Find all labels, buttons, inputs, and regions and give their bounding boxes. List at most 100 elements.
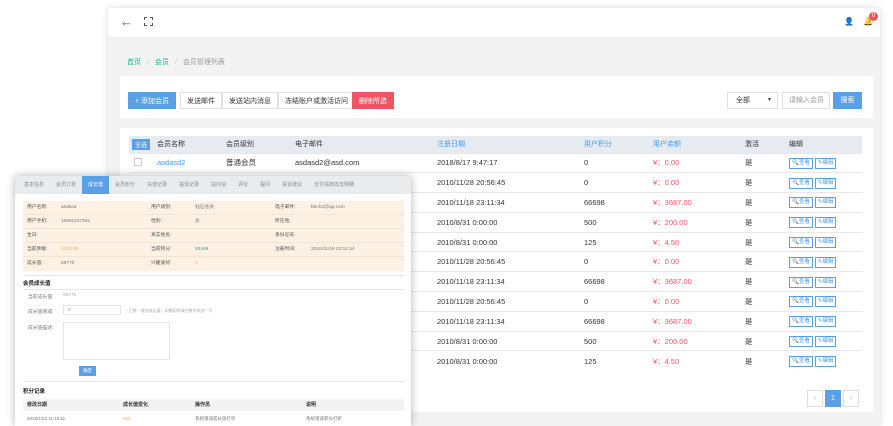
log-col-change: 成长值变化 (123, 402, 149, 408)
growth-desc-textarea[interactable] (63, 322, 170, 360)
row-actions: 🔍查看 ✎编辑 (789, 231, 862, 252)
search-button[interactable]: 搜索 (833, 92, 862, 109)
member-detail-panel: 基本信息 会员订单 成长值 会员积分 充值记录 提现记录 站内信 评论 提问 投诉建议 支付请款收支… (15, 176, 411, 426)
user-points: 66698 (584, 192, 653, 213)
confirm-button[interactable]: 确定 (79, 366, 96, 376)
edit-button[interactable]: ✎编辑 (814, 296, 837, 308)
col-date[interactable]: 注册日期 (437, 136, 584, 153)
edit-button[interactable]: ✎编辑 (814, 197, 837, 209)
edit-button[interactable]: ✎编辑 (814, 217, 837, 229)
filter-select[interactable]: 全部 ▼ (727, 92, 778, 109)
user-icon[interactable]: 👤 (844, 17, 854, 26)
view-button[interactable]: 🔍查看 (789, 296, 813, 308)
col-name: 会员名称 (157, 136, 226, 153)
active-status: 是 (745, 152, 789, 173)
page-1-button[interactable]: 1 (825, 390, 841, 407)
tab-7[interactable]: 评论 (232, 176, 254, 194)
active-status: 是 (745, 330, 789, 351)
tab-10[interactable]: 支付请款收支明细 (308, 176, 360, 194)
row-actions: 🔍查看 ✎编辑 (789, 291, 862, 312)
send-mail-button[interactable]: 发送邮件 (180, 92, 222, 109)
edit-button[interactable]: ✎编辑 (814, 237, 837, 249)
tab-4[interactable]: 充值记录 (141, 176, 173, 194)
value-regtime: 2010/11/18 23:11:34 (311, 247, 355, 252)
search-input[interactable]: 请输入会员 (782, 92, 830, 109)
active-status: 是 (745, 192, 789, 213)
delete-selected-button[interactable]: 删除所选 (352, 92, 394, 109)
tab-6[interactable]: 站内信 (205, 176, 232, 194)
log-table-header: 修改日期 成长值变化 操作员 说明 (23, 399, 404, 411)
label-regtime: 注册时间: (275, 247, 296, 252)
user-balance: ¥：4.50 (653, 350, 745, 371)
tab-5[interactable]: 提现记录 (173, 176, 205, 194)
tab-2[interactable]: 成长值 (82, 176, 110, 194)
edit-button[interactable]: ✎编辑 (814, 316, 837, 328)
view-button[interactable]: 🔍查看 (789, 217, 813, 229)
register-date: 2010/11/18 23:11:34 (437, 192, 584, 213)
edit-button[interactable]: ✎编辑 (814, 356, 837, 368)
log-col-date: 修改日期 (27, 402, 48, 408)
view-button[interactable]: 🔍查看 (789, 256, 813, 268)
view-button[interactable]: 🔍查看 (789, 336, 813, 348)
fullscreen-icon[interactable] (144, 17, 153, 26)
value-points: 53468 (195, 247, 209, 252)
tab-1[interactable]: 会员订单 (50, 176, 82, 194)
label-username: 用户名称: (27, 205, 48, 210)
view-button[interactable]: 🔍查看 (789, 316, 813, 328)
value-balance: 3124.00 (61, 247, 79, 252)
next-page-button[interactable]: › (843, 390, 859, 407)
growth-section-title: 会员成长值 (23, 281, 51, 287)
edit-button[interactable]: ✎编辑 (814, 256, 837, 268)
view-button[interactable]: 🔍查看 (789, 356, 813, 368)
row-actions: 🔍查看 ✎编辑 (789, 251, 862, 272)
tab-9[interactable]: 投诉建议 (276, 176, 308, 194)
growth-adjust-input[interactable]: 0 (63, 305, 121, 315)
member-name[interactable]: asdasd2 (157, 152, 226, 173)
add-member-button[interactable]: + 添加会员 (128, 92, 177, 109)
value-email: bbch2@qq.com (311, 205, 345, 210)
view-button[interactable]: 🔍查看 (789, 157, 813, 169)
register-date: 2010/8/31 0:00:00 (437, 231, 584, 252)
select-all-button[interactable]: 全选 (132, 138, 151, 150)
label-hobby: 兴趣爱好: (151, 261, 172, 266)
col-balance[interactable]: 用户余额 (653, 136, 745, 153)
tab-0[interactable]: 基本信息 (18, 176, 50, 194)
breadcrumb: 首页 / 会员 / 会员管理列表 (127, 59, 225, 66)
view-button[interactable]: 🔍查看 (789, 237, 813, 249)
view-button[interactable]: 🔍查看 (789, 276, 813, 288)
notification-badge: 0 (869, 12, 878, 21)
send-message-button[interactable]: 发送站内消息 (222, 92, 278, 109)
user-points: 0 (584, 251, 653, 272)
breadcrumb-member[interactable]: 会员 (155, 59, 169, 66)
back-arrow-icon[interactable]: ← (120, 15, 133, 29)
active-status: 是 (745, 211, 789, 233)
breadcrumb-home[interactable]: 首页 (127, 59, 141, 66)
active-status: 是 (745, 231, 789, 252)
edit-button[interactable]: ✎编辑 (814, 336, 837, 348)
label-gender: 性别: (151, 219, 162, 224)
col-points[interactable]: 用户积分 (584, 136, 653, 153)
edit-button[interactable]: ✎编辑 (814, 177, 837, 189)
view-button[interactable]: 🔍查看 (789, 177, 813, 189)
row-actions: 🔍查看 ✎编辑 (789, 350, 862, 371)
value-username: asdasd (61, 205, 77, 210)
user-balance: ¥：3687.00 (653, 192, 745, 213)
tab-8[interactable]: 提问 (254, 176, 276, 194)
edit-button[interactable]: ✎编辑 (814, 276, 837, 288)
user-balance: ¥：200.00 (653, 211, 745, 233)
tab-3[interactable]: 会员积分 (109, 176, 141, 194)
view-button[interactable]: 🔍查看 (789, 197, 813, 209)
label-growth: 成长值: (27, 261, 43, 266)
user-points: 500 (584, 211, 653, 233)
prev-page-button[interactable]: ‹ (807, 390, 823, 407)
edit-button[interactable]: ✎编辑 (814, 157, 837, 169)
user-balance: ¥：0.00 (653, 152, 745, 173)
label-level: 用户级别: (151, 205, 172, 210)
freeze-account-button[interactable]: 冻结账户或激活访问 (278, 92, 355, 109)
user-balance: ¥：3687.00 (653, 271, 745, 292)
row-checkbox[interactable] (129, 152, 157, 173)
growth-adjust-note: * 正数：增加成长值；如需扣除请在数字前加“-”号 (126, 308, 213, 313)
active-status: 是 (745, 310, 789, 332)
col-email: 电子邮件 (295, 136, 437, 153)
user-balance: ¥：0.00 (653, 251, 745, 272)
